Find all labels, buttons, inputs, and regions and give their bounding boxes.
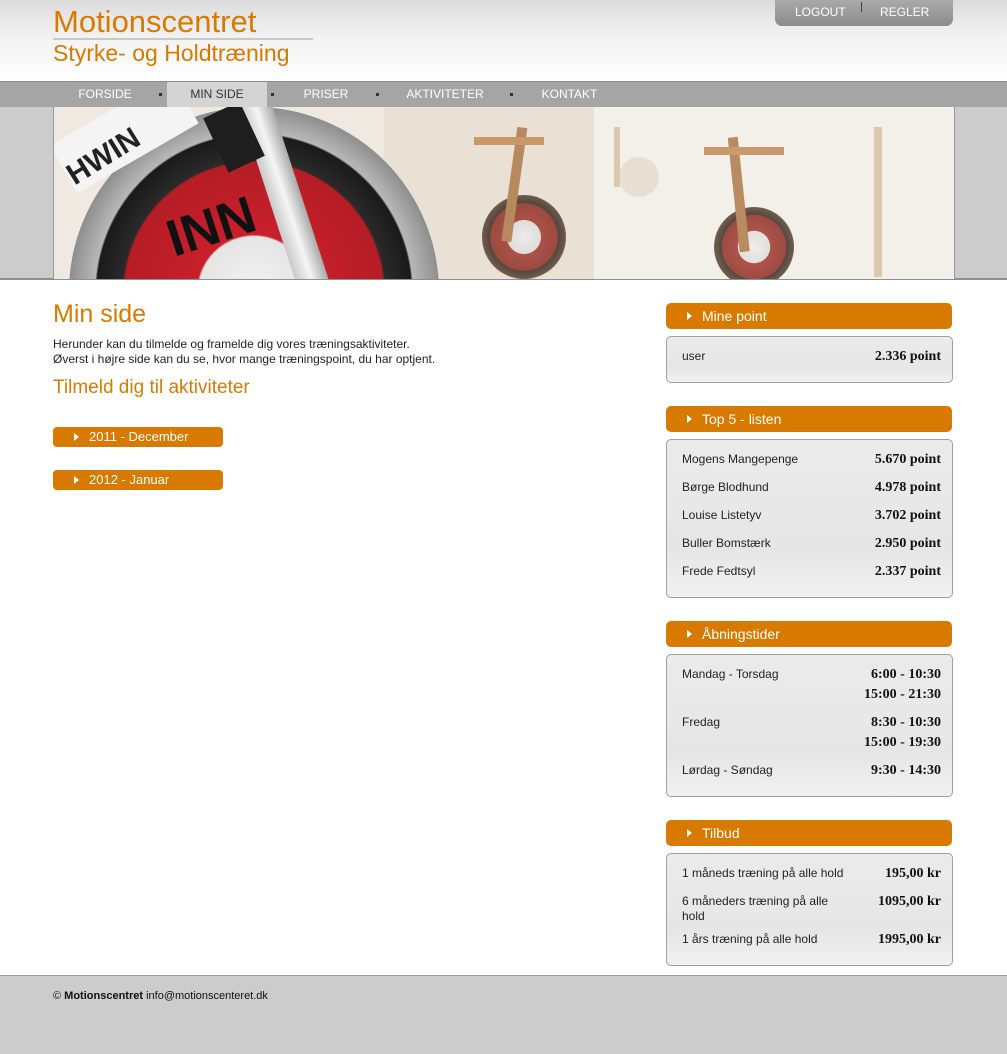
month-label: 2012 - Januar [89,472,170,487]
intro-text: Herunder kan du tilmelde og framelde dig… [53,337,613,367]
footer-text: © Motionscentret info@motionscenteret.dk [53,990,268,1002]
triangle-right-icon [687,829,692,837]
offers-title: Tilbud [702,825,740,841]
footer-email[interactable]: info@motionscenteret.dk [146,990,268,1002]
site-subtitle: Styrke- og Holdtræning [53,40,290,66]
nav-separator [159,93,162,96]
top5-name: Frede Fedtsyl [682,564,756,578]
offer-label: 1 måneds træning på alle hold [682,866,844,880]
offer-row: 1 års træning på alle hold 1995,00 kr [682,930,941,950]
month-label: 2011 - December [89,429,189,444]
top5-row: Louise Listetyv 3.702 point [682,506,941,526]
hours-time: 9:30 - 14:30 [871,763,941,778]
intro-line: Øverst i højre side kan du se, hvor mang… [53,352,436,366]
hours-title: Åbningstider [702,626,780,642]
nav-item-priser[interactable]: PRISER [278,82,374,107]
nav-item-forside[interactable]: FORSIDE [53,82,157,107]
mine-point-title: Mine point [702,308,767,324]
top5-title: Top 5 - listen [702,411,782,427]
footer-brand: Motionscentret [64,990,144,1002]
page-title: Min side [53,300,147,328]
top5-box: Mogens Mangepenge 5.670 point Børge Blod… [666,439,953,598]
top5-header[interactable]: Top 5 - listen [666,406,952,432]
footer: © Motionscentret info@motionscenteret.dk [0,975,1007,1054]
top5-row: Mogens Mangepenge 5.670 point [682,450,941,470]
hours-day: Mandag - Torsdag [682,667,779,681]
nav-item-min-side[interactable]: MIN SIDE [167,82,267,107]
top5-name: Børge Blodhund [682,480,769,494]
mine-point-header[interactable]: Mine point [666,303,952,329]
copyright-symbol: © [53,990,62,1002]
nav-separator [510,93,513,96]
points-row: user 2.336 point [682,347,941,367]
top5-points: 3.702 point [874,508,941,523]
triangle-right-icon [74,476,79,484]
hours-header[interactable]: Åbningstider [666,621,952,647]
top5-points: 2.337 point [874,564,941,579]
triangle-right-icon [687,415,692,423]
logout-link[interactable]: LOGOUT [795,5,846,19]
offer-price: 195,00 kr [885,866,941,881]
month-button-2012-januar[interactable]: 2012 - Januar [53,470,223,490]
nav-separator [271,93,274,96]
hours-row: Fredag 8:30 - 10:30 15:00 - 19:30 [682,713,941,753]
top5-row: Frede Fedtsyl 2.337 point [682,562,941,582]
offer-row: 6 måneders træning på alle hold 1095,00 … [682,892,941,924]
hours-day: Fredag [682,715,721,729]
offer-label: 6 måneders træning på alle hold [682,894,829,923]
offer-price: 1095,00 kr [878,894,941,909]
nav-separator [376,93,379,96]
toolbar-separator [861,2,862,12]
hours-time: 8:30 - 10:30 [871,715,941,730]
top5-row: Buller Bomstærk 2.950 point [682,534,941,554]
triangle-right-icon [74,433,79,441]
header: Motionscentret Styrke- og Holdtræning LO… [0,0,1007,81]
user-toolbar: LOGOUT REGLER [775,0,953,26]
site-title[interactable]: Motionscentret [53,4,256,40]
rules-link[interactable]: REGLER [880,5,929,19]
points-value: 2.336 point [874,349,941,364]
hours-time: 6:00 - 10:30 [871,667,941,682]
nav-item-aktiviteter[interactable]: AKTIVITETER [384,82,506,107]
triangle-right-icon [687,630,692,638]
main-nav: FORSIDE MIN SIDE PRISER AKTIVITETER KONT… [0,81,1007,107]
hours-time: 15:00 - 19:30 [864,735,941,750]
top5-name: Louise Listetyv [682,508,762,522]
offer-row: 1 måneds træning på alle hold 195,00 kr [682,864,941,884]
banner-image: INN HWIN [53,107,955,279]
month-button-2011-december[interactable]: 2011 - December [53,427,223,447]
offers-header[interactable]: Tilbud [666,820,952,846]
spinning-bikes-illustration: INN HWIN [54,107,954,279]
hours-day: Lørdag - Søndag [682,763,773,777]
top5-points: 4.978 point [874,480,941,495]
offer-label: 1 års træning på alle hold [682,932,818,946]
hours-row: Lørdag - Søndag 9:30 - 14:30 [682,761,941,781]
nav-item-kontakt[interactable]: KONTAKT [518,82,621,107]
top5-name: Buller Bomstærk [682,536,771,550]
top5-row: Børge Blodhund 4.978 point [682,478,941,498]
hours-box: Mandag - Torsdag 6:00 - 10:30 15:00 - 21… [666,654,953,797]
mine-point-box: user 2.336 point [666,336,953,383]
section-heading: Tilmeld dig til aktiviteter [53,377,250,398]
triangle-right-icon [687,312,692,320]
top5-points: 2.950 point [874,536,941,551]
intro-line: Herunder kan du tilmelde og framelde dig… [53,337,410,351]
points-user: user [682,349,706,363]
offers-box: 1 måneds træning på alle hold 195,00 kr … [666,853,953,966]
hours-row: Mandag - Torsdag 6:00 - 10:30 15:00 - 21… [682,665,941,705]
offer-price: 1995,00 kr [878,932,941,947]
top5-name: Mogens Mangepenge [682,452,799,466]
hours-time: 15:00 - 21:30 [864,687,941,702]
top5-points: 5.670 point [874,452,941,467]
